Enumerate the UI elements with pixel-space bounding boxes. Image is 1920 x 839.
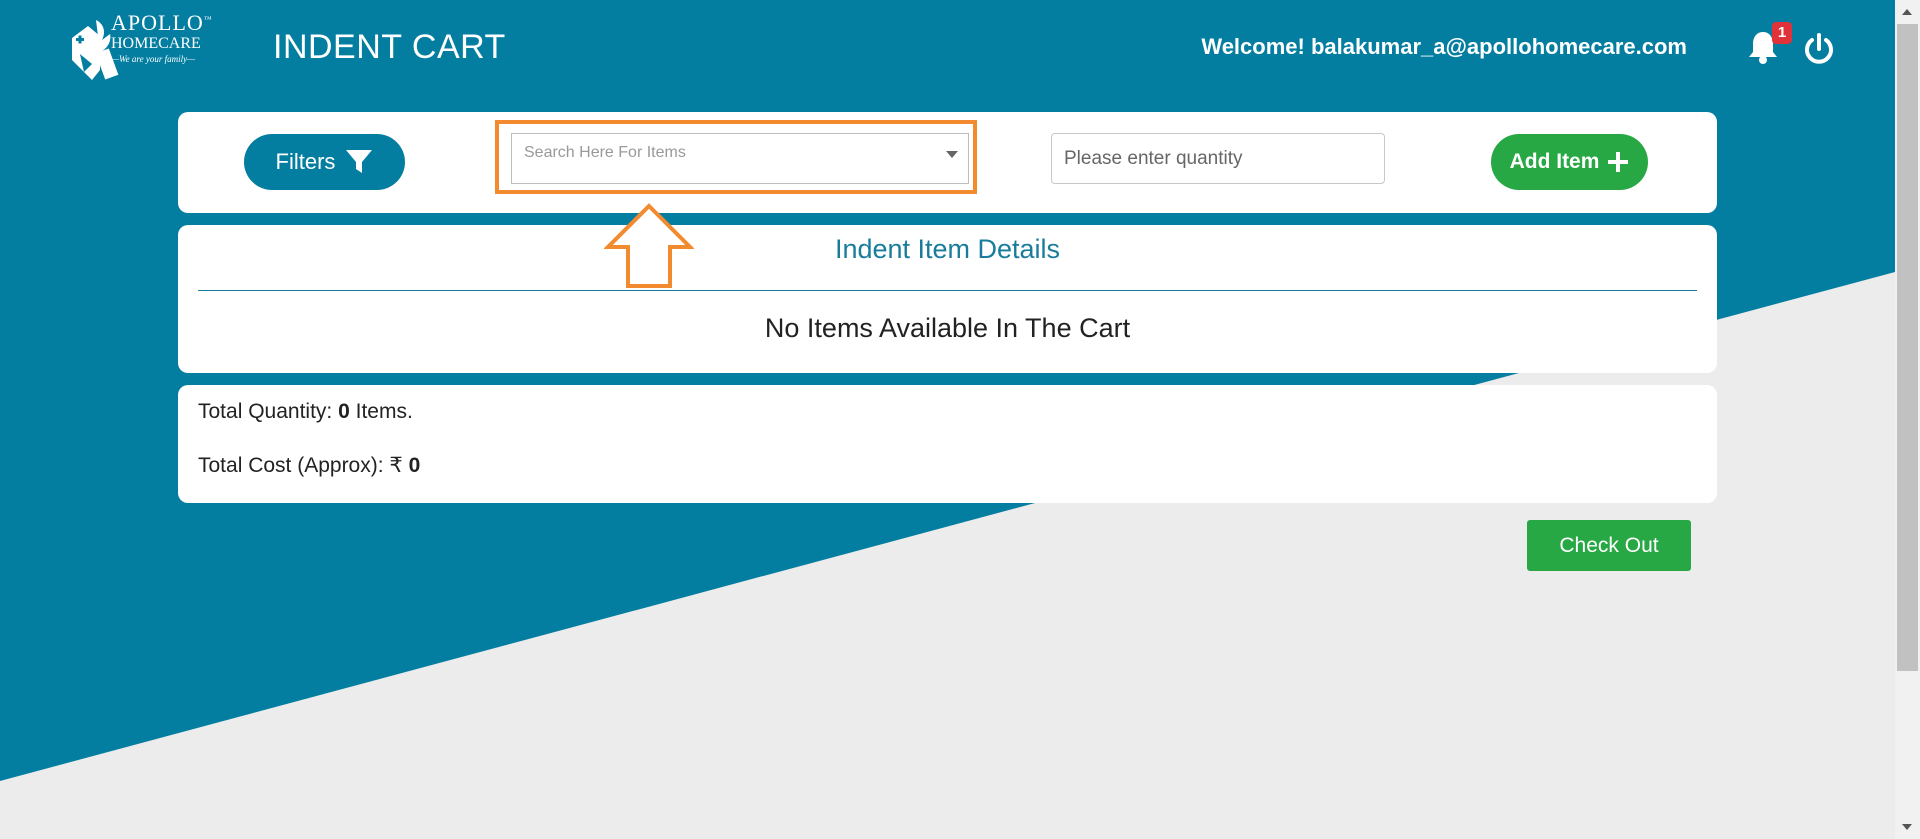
total-cost-value: 0 xyxy=(408,454,421,477)
brand-trademark: ™ xyxy=(203,14,213,24)
page-title: INDENT CART xyxy=(273,28,506,66)
app-header: APOLLO™ HOMECARE —We are your family— IN… xyxy=(0,0,1895,100)
item-search-select[interactable]: Search Here For Items xyxy=(511,133,969,184)
up-arrow-annotation-icon xyxy=(604,203,694,288)
brand-name: APOLLO xyxy=(111,10,204,35)
item-details-card: Indent Item Details No Items Available I… xyxy=(178,225,1717,373)
power-icon[interactable] xyxy=(1802,32,1836,66)
plus-icon xyxy=(1608,152,1629,172)
divider xyxy=(198,290,1697,291)
brand-wordmark: APOLLO™ HOMECARE —We are your family— xyxy=(111,12,213,64)
scroll-thumb[interactable] xyxy=(1897,24,1918,671)
total-quantity-suffix: Items. xyxy=(355,400,413,423)
vertical-scrollbar[interactable] xyxy=(1895,0,1920,839)
welcome-message: Welcome! balakumar_a@apollohomecare.com xyxy=(1201,34,1687,59)
scroll-down-icon[interactable] xyxy=(1902,824,1912,830)
cart-toolbar: Filters Search Here For Items Add Item xyxy=(178,112,1717,213)
cart-summary: Total Quantity: 0 Items. Total Cost (App… xyxy=(178,385,1717,503)
filters-button[interactable]: Filters xyxy=(244,134,405,190)
add-item-label: Add Item xyxy=(1509,150,1600,173)
brand-tagline: —We are your family— xyxy=(111,54,196,64)
total-quantity-label: Total Quantity: xyxy=(198,400,333,423)
funnel-icon xyxy=(346,150,373,173)
rupee-symbol: ₹ xyxy=(389,454,403,477)
total-cost-label: Total Cost (Approx): xyxy=(198,454,384,477)
details-title: Indent Item Details xyxy=(834,234,1061,264)
caret-down-icon xyxy=(946,151,958,158)
add-item-button[interactable]: Add Item xyxy=(1491,134,1648,190)
notification-badge: 1 xyxy=(1772,22,1792,44)
brand-sub: HOMECARE xyxy=(111,35,201,52)
quantity-input[interactable] xyxy=(1051,133,1385,184)
filters-label: Filters xyxy=(275,149,336,174)
total-cost: Total Cost (Approx): ₹ 0 xyxy=(198,453,420,478)
scroll-up-icon[interactable] xyxy=(1902,9,1912,15)
checkout-button[interactable]: Check Out xyxy=(1527,520,1691,571)
empty-cart-message: No Items Available In The Cart xyxy=(764,313,1131,343)
total-quantity-value: 0 xyxy=(338,400,350,423)
search-placeholder: Search Here For Items xyxy=(524,144,686,161)
total-quantity: Total Quantity: 0 Items. xyxy=(198,400,413,424)
